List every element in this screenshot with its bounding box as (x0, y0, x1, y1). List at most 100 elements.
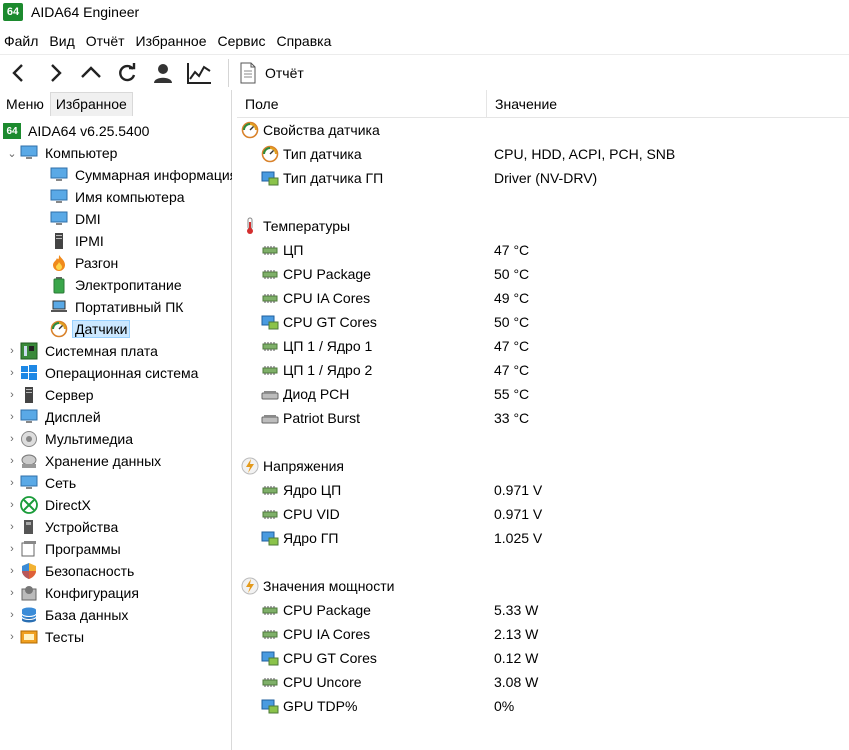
user-button[interactable] (146, 57, 180, 89)
list-item[interactable]: Тип датчика ГП Driver (NV-DRV) (237, 166, 849, 190)
menu-favorites[interactable]: Избранное (132, 33, 214, 49)
list-item[interactable]: Диод PCH 55 °C (237, 382, 849, 406)
list-item[interactable]: Ядро ЦП 0.971 V (237, 478, 849, 502)
list-item[interactable]: CPU GT Cores 0.12 W (237, 646, 849, 670)
list-item[interactable]: Patriot Burst 33 °C (237, 406, 849, 430)
gpu-icon (261, 313, 279, 331)
column-header-field[interactable]: Поле (237, 89, 487, 118)
list-item[interactable]: CPU VID 0.971 V (237, 502, 849, 526)
field-label: Patriot Burst (283, 410, 361, 426)
tree-item-configuration[interactable]: › Конфигурация (0, 582, 232, 604)
chevron-right-icon[interactable]: › (4, 629, 20, 645)
group-temperatures[interactable]: Температуры (237, 214, 849, 238)
chevron-right-icon[interactable]: › (4, 431, 20, 447)
gpu-icon (261, 529, 279, 547)
tree-item-motherboard[interactable]: › Системная плата (0, 340, 232, 362)
list-item[interactable]: ЦП 1 / Ядро 2 47 °C (237, 358, 849, 382)
laptop-icon (50, 298, 68, 316)
tree-item-dmi[interactable]: DMI (0, 208, 232, 230)
tree-item-summary[interactable]: Суммарная информация (0, 164, 232, 186)
chevron-right-icon[interactable]: › (4, 585, 20, 601)
tree-item-multimedia[interactable]: › Мультимедиа (0, 428, 232, 450)
navigation-tree: 64 AIDA64 v6.25.5400 ⌄ Компьютер Суммарн… (0, 120, 232, 648)
tree-item-programs[interactable]: › Программы (0, 538, 232, 560)
list-item[interactable]: ЦП 1 / Ядро 1 47 °C (237, 334, 849, 358)
list-item[interactable]: Ядро ГП 1.025 V (237, 526, 849, 550)
tree-item-storage[interactable]: › Хранение данных (0, 450, 232, 472)
tree-item-computer[interactable]: ⌄ Компьютер (0, 142, 232, 164)
list-item[interactable]: ЦП 47 °C (237, 238, 849, 262)
tree-item-directx[interactable]: › DirectX (0, 494, 232, 516)
list-item[interactable]: CPU IA Cores 49 °C (237, 286, 849, 310)
tree-item-tests[interactable]: › Тесты (0, 626, 232, 648)
tree-item-os[interactable]: › Операционная система (0, 362, 232, 384)
tree-label-database: База данных (45, 607, 129, 623)
chevron-right-icon[interactable]: › (4, 409, 20, 425)
chevron-right-icon[interactable]: › (4, 365, 20, 381)
chevron-right-icon[interactable]: › (4, 475, 20, 491)
field-label: CPU IA Cores (283, 290, 371, 306)
tree-item-sensors[interactable]: Датчики (0, 318, 232, 340)
field-value: 50 °C (494, 266, 530, 282)
list-item[interactable]: CPU Package 5.33 W (237, 598, 849, 622)
field-label: Тип датчика ГП (283, 170, 384, 186)
shield-icon (20, 562, 38, 580)
tree-item-power[interactable]: Электропитание (0, 274, 232, 296)
tree-item-root[interactable]: 64 AIDA64 v6.25.5400 (0, 120, 232, 142)
tree-item-display[interactable]: › Дисплей (0, 406, 232, 428)
field-value: 47 °C (494, 338, 530, 354)
computer-icon (20, 144, 38, 162)
tree-item-devices[interactable]: › Устройства (0, 516, 232, 538)
navigation-pane: Меню Избранное 64 AIDA64 v6.25.5400 ⌄ Ко… (0, 90, 232, 750)
tab-favorites[interactable]: Избранное (49, 92, 133, 116)
tree-item-network[interactable]: › Сеть (0, 472, 232, 494)
tree-item-ipmi[interactable]: IPMI (0, 230, 232, 252)
tree-item-computer-name[interactable]: Имя компьютера (0, 186, 232, 208)
list-item[interactable]: CPU IA Cores 2.13 W (237, 622, 849, 646)
chevron-right-icon[interactable]: › (4, 387, 20, 403)
menu-report[interactable]: Отчёт (82, 33, 132, 49)
group-voltages[interactable]: Напряжения (237, 454, 849, 478)
list-item[interactable]: CPU GT Cores 50 °C (237, 310, 849, 334)
group-power[interactable]: Значения мощности (237, 574, 849, 598)
tree-item-security[interactable]: › Безопасность (0, 560, 232, 582)
up-button[interactable] (74, 57, 108, 89)
chevron-right-icon[interactable]: › (4, 453, 20, 469)
menu-file[interactable]: Файл (0, 33, 45, 49)
tab-menu[interactable]: Меню (0, 92, 50, 116)
refresh-button[interactable] (110, 57, 144, 89)
drive-icon (261, 385, 279, 403)
chevron-down-icon[interactable]: ⌄ (4, 145, 20, 161)
group-sensor-properties[interactable]: Свойства датчика (237, 118, 849, 142)
chart-button[interactable] (182, 57, 216, 89)
menu-help[interactable]: Справка (272, 33, 338, 49)
report-button[interactable]: Отчёт (237, 57, 310, 89)
menu-bar: Файл Вид Отчёт Избранное Сервис Справка (0, 30, 338, 52)
list-item[interactable]: CPU Uncore 3.08 W (237, 670, 849, 694)
chip-icon (261, 673, 279, 691)
list-item[interactable]: CPU Package 50 °C (237, 262, 849, 286)
tree-item-server[interactable]: › Сервер (0, 384, 232, 406)
tree-label-tests: Тесты (45, 629, 85, 645)
back-button[interactable] (2, 57, 36, 89)
field-label: CPU GT Cores (283, 650, 377, 666)
thermometer-icon (241, 217, 259, 235)
chevron-right-icon[interactable]: › (4, 497, 20, 513)
menu-view[interactable]: Вид (45, 33, 81, 49)
list-item[interactable]: GPU TDP% 0% (237, 694, 849, 718)
menu-service[interactable]: Сервис (214, 33, 273, 49)
chevron-right-icon[interactable]: › (4, 519, 20, 535)
chevron-right-icon[interactable]: › (4, 563, 20, 579)
chip-icon (261, 505, 279, 523)
column-header-value[interactable]: Значение (487, 90, 557, 118)
chevron-right-icon[interactable]: › (4, 541, 20, 557)
chevron-right-icon[interactable]: › (4, 343, 20, 359)
tree-item-laptop[interactable]: Портативный ПК (0, 296, 232, 318)
tree-item-overclock[interactable]: Разгон (0, 252, 232, 274)
field-label: CPU Package (283, 266, 371, 282)
forward-button[interactable] (38, 57, 72, 89)
field-value: 0.12 W (494, 650, 539, 666)
tree-item-database[interactable]: › База данных (0, 604, 232, 626)
chevron-right-icon[interactable]: › (4, 607, 20, 623)
list-item[interactable]: Тип датчика CPU, HDD, ACPI, PCH, SNB (237, 142, 849, 166)
